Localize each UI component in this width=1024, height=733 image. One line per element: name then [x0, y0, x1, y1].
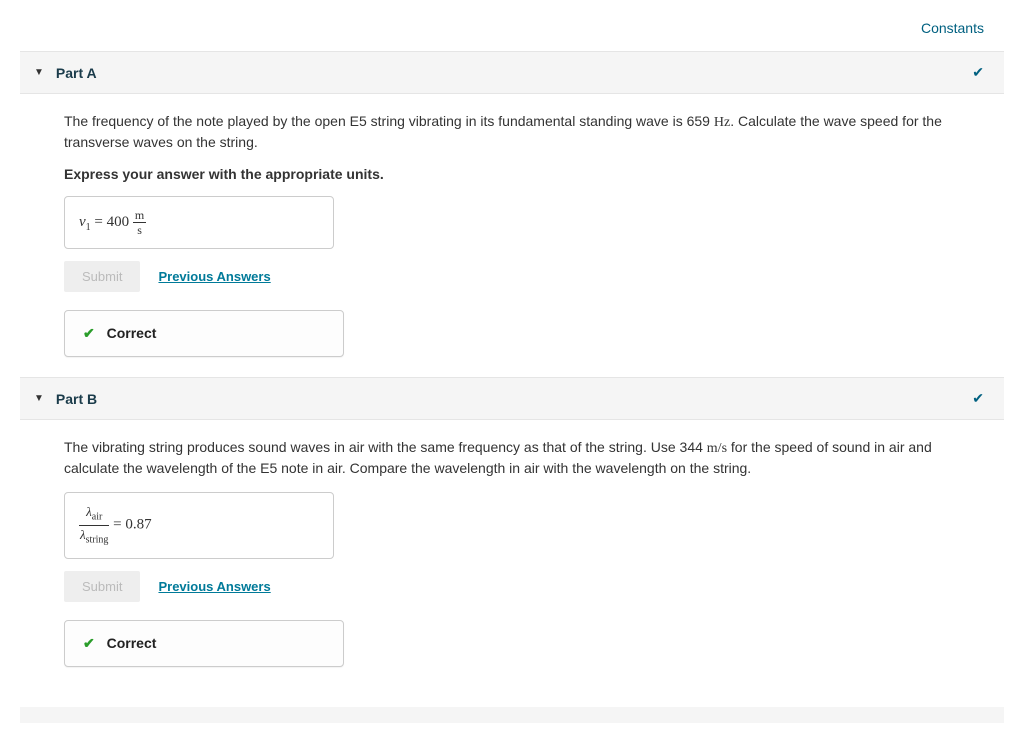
previous-answers-link[interactable]: Previous Answers — [158, 579, 270, 594]
part-b-body: The vibrating string produces sound wave… — [20, 420, 1004, 686]
correct-label: Correct — [107, 325, 157, 341]
bottom-bar — [20, 707, 1004, 723]
part-a-answer-box: v1 = 400 ms — [64, 196, 334, 249]
part-a-correct-box: ✔ Correct — [64, 310, 344, 357]
answer-unit: ms — [133, 209, 146, 236]
part-b-submit-row: Submit Previous Answers — [64, 571, 984, 602]
correct-label: Correct — [107, 635, 157, 651]
part-a-title: Part A — [56, 65, 97, 81]
answer-eq: = — [109, 517, 125, 533]
answer-value: 0.87 — [125, 517, 151, 533]
previous-answers-link[interactable]: Previous Answers — [158, 269, 270, 284]
answer-value: 400 — [107, 214, 133, 230]
part-b-correct-box: ✔ Correct — [64, 620, 344, 667]
check-icon: ✔ — [83, 325, 95, 341]
part-a-header[interactable]: ▼ Part A ✔ — [20, 51, 1004, 94]
caret-down-icon: ▼ — [34, 67, 44, 78]
answer-eq: = — [91, 214, 107, 230]
answer-lhs-frac: λair λstring — [79, 505, 109, 545]
constants-link[interactable]: Constants — [921, 20, 984, 36]
part-b-prompt: The vibrating string produces sound wave… — [64, 438, 984, 478]
check-icon: ✔ — [972, 64, 984, 81]
part-b-header[interactable]: ▼ Part B ✔ — [20, 377, 1004, 420]
part-a-prompt: The frequency of the note played by the … — [64, 112, 984, 152]
part-a-instruction: Express your answer with the appropriate… — [64, 166, 984, 182]
submit-button: Submit — [64, 571, 140, 602]
top-links: Constants — [20, 10, 1004, 51]
caret-down-icon: ▼ — [34, 393, 44, 404]
part-b-title: Part B — [56, 391, 97, 407]
part-a-section: ▼ Part A ✔ The frequency of the note pla… — [20, 51, 1004, 377]
part-b-answer-box: λair λstring = 0.87 — [64, 492, 334, 558]
check-icon: ✔ — [83, 635, 95, 651]
check-icon: ✔ — [972, 390, 984, 407]
answer-lhs-var: v — [79, 214, 86, 230]
part-b-section: ▼ Part B ✔ The vibrating string produces… — [20, 377, 1004, 686]
part-a-submit-row: Submit Previous Answers — [64, 261, 984, 292]
part-a-body: The frequency of the note played by the … — [20, 94, 1004, 377]
submit-button: Submit — [64, 261, 140, 292]
